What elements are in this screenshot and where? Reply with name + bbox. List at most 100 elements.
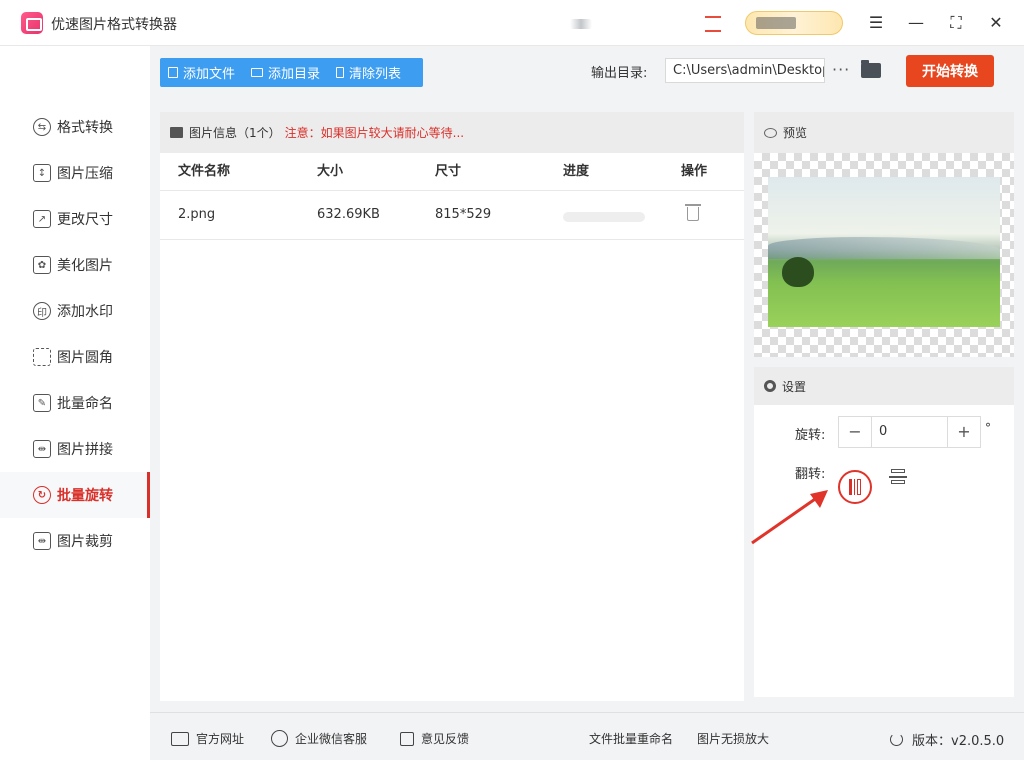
- sidebar-item-label: 添加水印: [57, 304, 113, 320]
- more-options-icon[interactable]: ···: [832, 60, 850, 79]
- rotate-icon: ↻: [33, 486, 51, 504]
- rotate-label: 旋转:: [795, 428, 826, 443]
- web-icon: [171, 731, 189, 746]
- sidebar-item-watermark[interactable]: 印添加水印: [0, 288, 150, 334]
- title-bar: 优速图片格式转换器 ☰ — ⛶ ✕: [0, 0, 1024, 46]
- sidebar-item-compress[interactable]: ↕ 图片压缩: [0, 150, 150, 196]
- wechat-service-link[interactable]: 企业微信客服: [271, 730, 367, 747]
- notice-icon[interactable]: [705, 16, 721, 32]
- rotate-input[interactable]: 0: [871, 417, 948, 447]
- minimize-icon[interactable]: —: [903, 10, 929, 36]
- sidebar-item-format-convert[interactable]: ⇆ 格式转换: [0, 104, 150, 150]
- version-info[interactable]: 版本：v2.0.5.0: [890, 730, 1004, 749]
- feedback-link[interactable]: 意见反馈: [400, 730, 469, 747]
- sidebar-item-label: 美化图片: [57, 258, 113, 274]
- maximize-icon[interactable]: ⛶: [943, 10, 969, 36]
- resize-icon: ↗: [33, 210, 51, 228]
- flip-axis: [889, 476, 907, 478]
- beautify-icon: ✿: [33, 256, 51, 274]
- preview-title: 预览: [783, 126, 808, 140]
- watermark-icon: 印: [33, 302, 51, 320]
- sidebar-item-round-corner[interactable]: 图片圆角: [0, 334, 150, 380]
- preview-header: 预览: [754, 112, 1014, 153]
- file-dimensions: 815*529: [435, 207, 492, 222]
- user-account-badge[interactable]: [745, 11, 843, 35]
- clear-list-label: 清除列表: [349, 67, 402, 82]
- flip-axis: [854, 479, 855, 495]
- footer: 官方网址 企业微信客服 意见反馈 文件批量重命名 图片无损放大 版本：v2.0.…: [150, 712, 1024, 760]
- convert-icon: ⇆: [33, 118, 51, 136]
- website-label: 官方网址: [196, 732, 245, 746]
- clear-list-button[interactable]: 清除列表: [328, 63, 409, 82]
- website-link[interactable]: 官方网址: [171, 730, 244, 747]
- trash-icon: [336, 67, 345, 78]
- file-name: 2.png: [178, 207, 216, 222]
- sidebar-item-label: 更改尺寸: [57, 212, 113, 228]
- app-logo-icon: [21, 12, 43, 34]
- close-icon[interactable]: ✕: [983, 10, 1009, 36]
- flip-outline: [891, 469, 905, 473]
- file-toolbar: 添加文件 添加目录 清除列表: [160, 58, 423, 87]
- sidebar-item-crop[interactable]: ⇹ 图片裁剪: [0, 518, 150, 564]
- file-icon: [168, 67, 178, 78]
- round-corner-icon: [33, 348, 51, 366]
- image-icon: [170, 127, 183, 138]
- chat-icon: [271, 730, 288, 747]
- flip-outline: [857, 479, 861, 495]
- sidebar-item-label: 图片压缩: [57, 166, 113, 182]
- folder-outline-icon: [251, 68, 264, 77]
- file-list-panel: 图片信息 （1个） 注意：如果图片较大请耐心等待... 文件名称 大小 尺寸 进…: [160, 112, 744, 701]
- crop-icon: ⇹: [33, 532, 51, 550]
- sync-icon[interactable]: [570, 19, 592, 29]
- sidebar-item-beautify[interactable]: ✿ 美化图片: [0, 242, 150, 288]
- settings-header: 设置: [754, 367, 1014, 405]
- decrement-button[interactable]: −: [839, 417, 871, 447]
- column-header: 操作: [681, 164, 708, 179]
- warning-text: 注意：如果图片较大请耐心等待...: [284, 126, 465, 140]
- delete-icon[interactable]: [685, 204, 701, 221]
- sidebar-item-resize[interactable]: ↗ 更改尺寸: [0, 196, 150, 242]
- sidebar-item-batch-rotate[interactable]: ↻ 批量旋转: [0, 472, 150, 518]
- refresh-icon: [890, 733, 903, 746]
- sidebar-item-label: 批量旋转: [57, 488, 113, 504]
- column-header: 大小: [317, 164, 344, 179]
- annotation-arrow: [751, 490, 828, 545]
- batch-rename-link[interactable]: 文件批量重命名: [589, 730, 673, 747]
- batch-rename-label: 文件批量重命名: [589, 732, 674, 746]
- column-header: 尺寸: [435, 164, 462, 179]
- sidebar-item-stitch[interactable]: ⇹ 图片拼接: [0, 426, 150, 472]
- increment-button[interactable]: +: [948, 417, 980, 447]
- sidebar: ⇆ 格式转换 ↕ 图片压缩 ↗ 更改尺寸 ✿ 美化图片 印添加水印 图片圆角 ✎ 批量命名…: [0, 46, 150, 760]
- lossless-enlarge-label: 图片无损放大: [697, 732, 770, 746]
- flip-horizontal-icon[interactable]: [838, 470, 872, 504]
- table-row[interactable]: 2.png 632.69KB 815*529: [160, 192, 744, 240]
- start-convert-button[interactable]: 开始转换: [906, 55, 994, 87]
- flip-label: 翻转:: [795, 467, 826, 482]
- open-folder-icon[interactable]: [861, 60, 881, 78]
- preview-panel: 预览: [754, 112, 1014, 357]
- preview-icon: [764, 127, 777, 138]
- sidebar-item-label: 图片圆角: [57, 350, 113, 366]
- sidebar-item-label: 图片拼接: [57, 442, 113, 458]
- sidebar-item-batch-rename[interactable]: ✎ 批量命名: [0, 380, 150, 426]
- add-file-button[interactable]: 添加文件: [160, 63, 243, 82]
- file-count: （1个）: [237, 126, 281, 140]
- file-panel-header: 图片信息 （1个） 注意：如果图片较大请耐心等待...: [160, 112, 744, 153]
- flip-outline: [891, 480, 905, 484]
- add-directory-label: 添加目录: [268, 67, 321, 82]
- progress-bar: [563, 212, 645, 222]
- output-dir-input[interactable]: C:\Users\admin\Desktop: [665, 58, 825, 83]
- user-name-blur: [756, 17, 796, 29]
- column-header: 文件名称: [178, 164, 231, 179]
- flip-vertical-icon[interactable]: [887, 469, 909, 491]
- flip-bar: [849, 479, 852, 495]
- lossless-enlarge-link[interactable]: 图片无损放大: [697, 730, 769, 747]
- gear-icon: [764, 380, 776, 392]
- app-title: 优速图片格式转换器: [51, 17, 177, 33]
- add-directory-button[interactable]: 添加目录: [243, 63, 328, 82]
- menu-icon[interactable]: ☰: [863, 10, 889, 36]
- compress-icon: ↕: [33, 164, 51, 182]
- table-header: 文件名称 大小 尺寸 进度 操作: [160, 153, 744, 191]
- output-dir-label: 输出目录:: [591, 66, 648, 81]
- version-label: 版本：v2.0.5.0: [912, 734, 1005, 749]
